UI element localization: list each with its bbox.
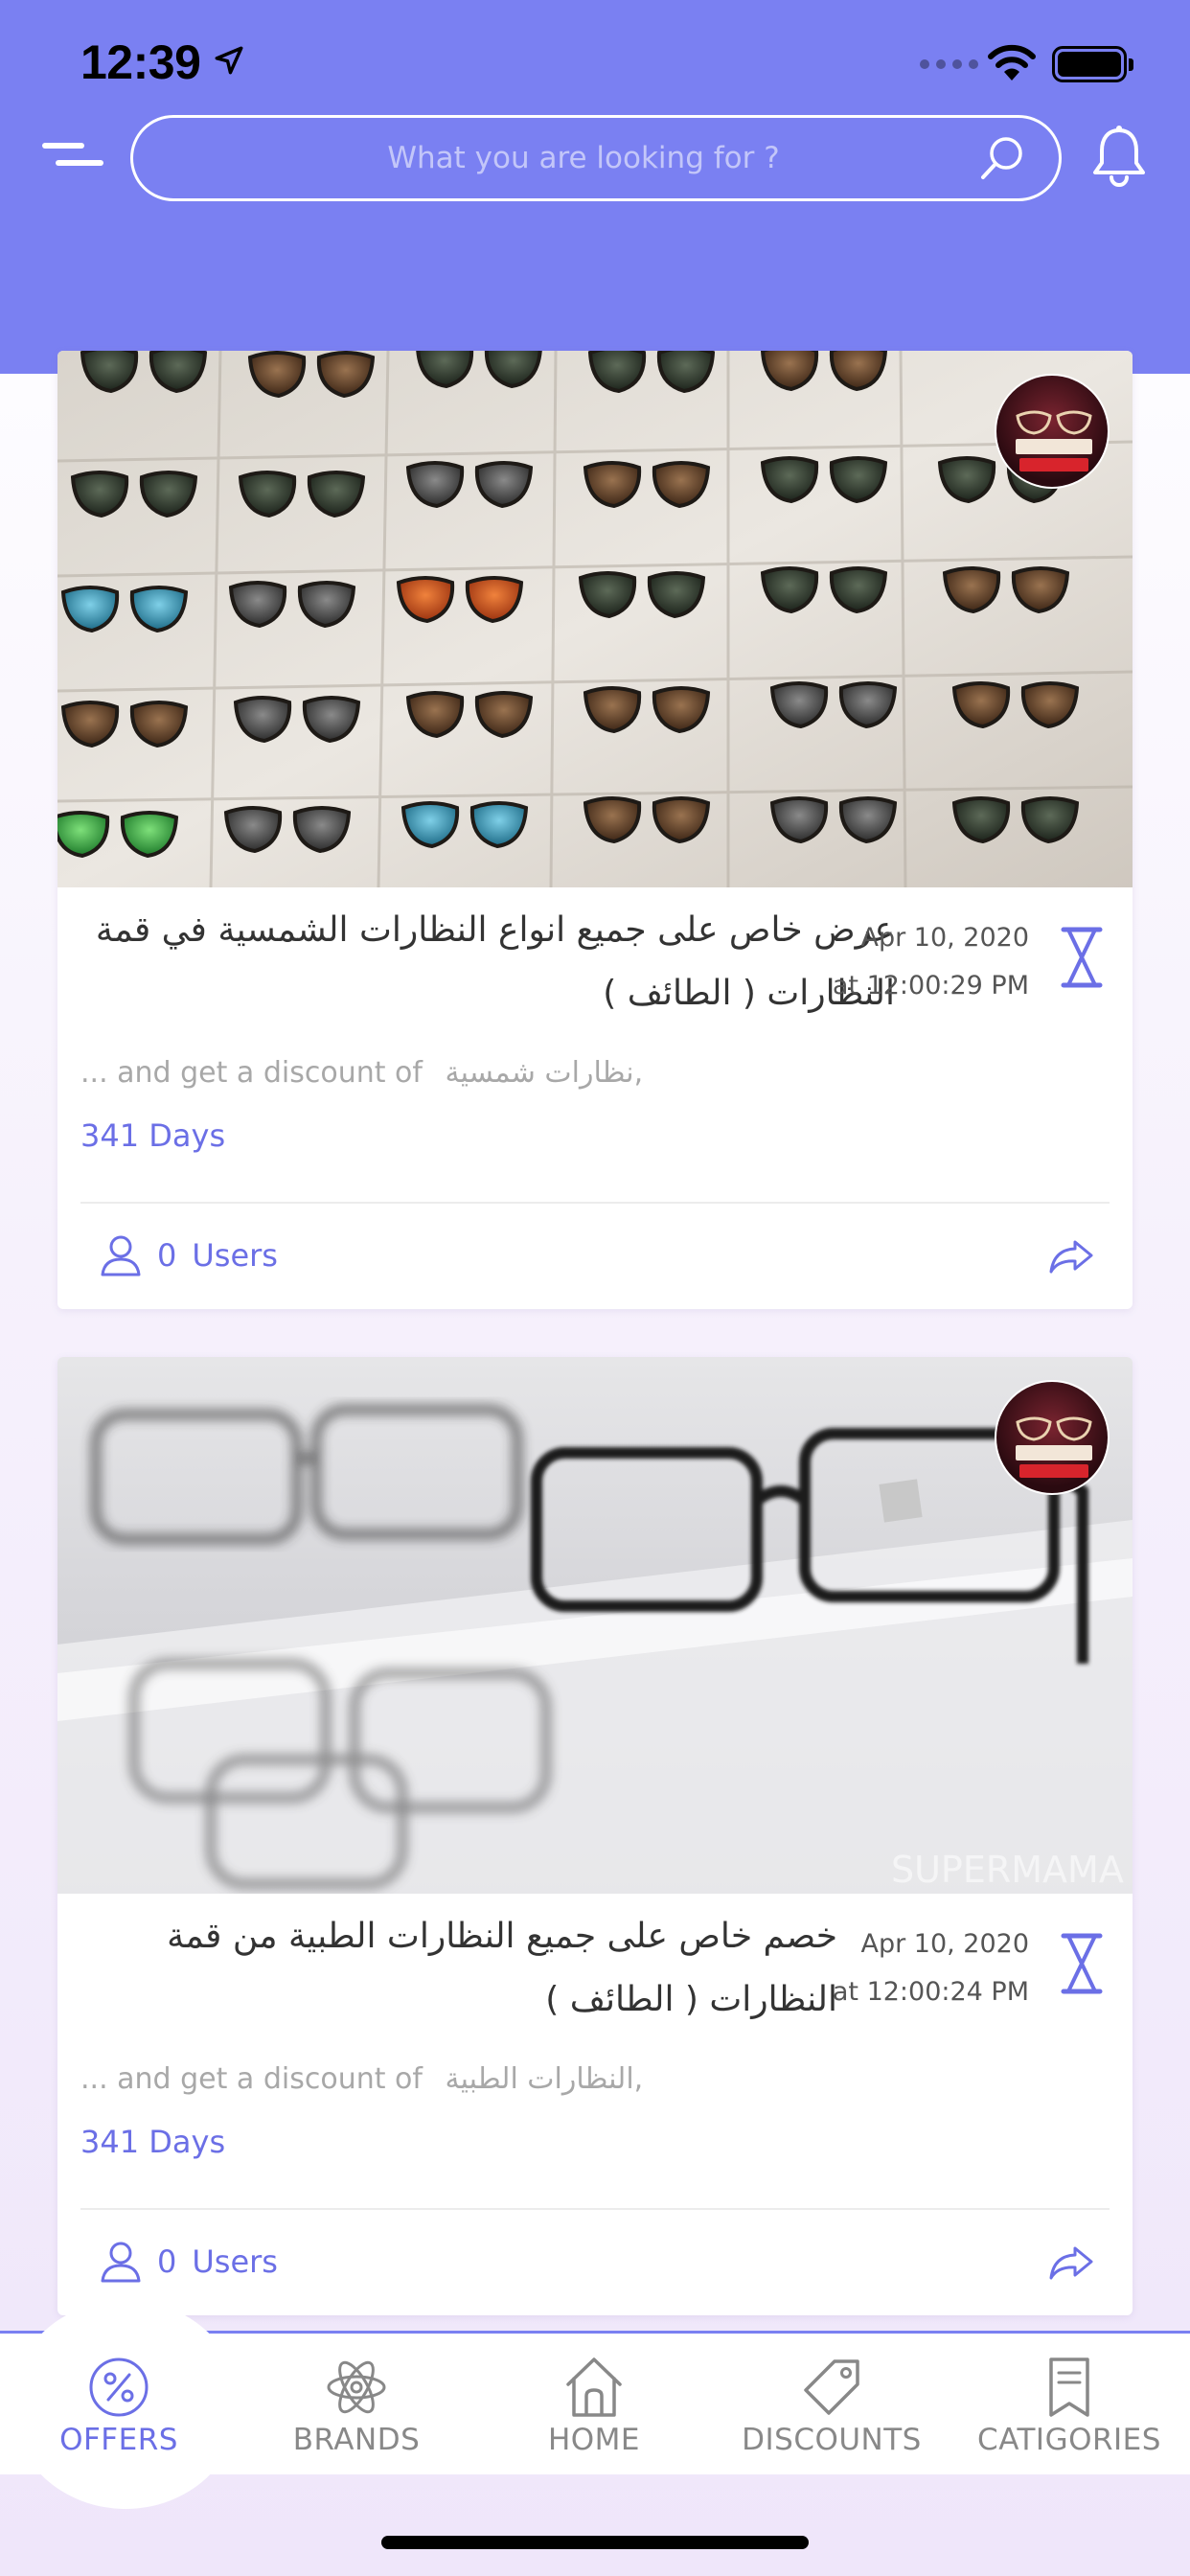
users-count: 0 <box>157 1237 177 1274</box>
sunglasses-display-photo <box>57 351 1133 887</box>
tab-offers-label: OFFERS <box>59 2423 178 2457</box>
menu-icon[interactable] <box>42 139 103 177</box>
top-optical-logo <box>1016 410 1092 472</box>
offer-category: نظارات شمسية, <box>445 1056 644 1090</box>
eyeglasses-display-photo: SUPERMAMA <box>57 1357 1133 1894</box>
status-bar: 12:39 <box>0 0 1190 125</box>
users-label: Users <box>192 2243 278 2280</box>
brand-logo[interactable] <box>995 1380 1110 1495</box>
location-arrow-icon <box>215 46 243 75</box>
tab-offers[interactable]: OFFERS <box>0 2356 238 2471</box>
offer-date-time: at 12:00:29 PM <box>832 971 1029 1000</box>
offer-date-day: Apr 10, 2020 <box>860 923 1029 953</box>
offer-description: ... and get a discount of النظارات الطبي… <box>80 2062 1110 2096</box>
offer-title: خصم خاص على جميع النظارات الطبية من قمة … <box>167 1917 837 2019</box>
hourglass-icon <box>1061 1933 1103 1994</box>
share-icon[interactable] <box>1048 1238 1094 1275</box>
users-button[interactable]: 0 Users <box>100 2223 278 2300</box>
offer-date-time: at 12:00:24 PM <box>832 1977 1029 2007</box>
tab-brands-label: BRANDS <box>292 2423 421 2457</box>
search-input[interactable] <box>133 141 976 175</box>
card-divider <box>80 1202 1110 1204</box>
offer-card[interactable]: عرض خاص على جميع انواع النظارات الشمسية … <box>57 351 1133 1309</box>
card-divider <box>80 2208 1110 2210</box>
user-icon <box>101 1235 141 1276</box>
offer-category: النظارات الطبية, <box>445 2062 644 2096</box>
tab-categories[interactable]: CATIGORIES <box>950 2356 1188 2471</box>
percent-icon <box>89 2358 149 2417</box>
users-count: 0 <box>157 2243 177 2280</box>
offer-remaining-days: 341 Days <box>80 2124 226 2160</box>
offer-description-text: ... and get a discount of <box>80 2062 423 2096</box>
tab-home-label: HOME <box>547 2423 641 2457</box>
tab-home[interactable]: HOME <box>475 2356 713 2471</box>
share-icon[interactable] <box>1048 2244 1094 2281</box>
battery-icon <box>1052 46 1133 82</box>
cellular-signal-icon <box>920 59 978 69</box>
users-label: Users <box>192 1237 278 1274</box>
tab-discounts[interactable]: DISCOUNTS <box>713 2356 950 2471</box>
watermark: SUPERMAMA <box>891 1849 1124 1891</box>
user-icon <box>101 2242 141 2283</box>
tab-discounts-label: DISCOUNTS <box>742 2423 922 2457</box>
tag-icon <box>804 2359 859 2415</box>
offer-description-text: ... and get a discount of <box>80 1056 423 1090</box>
hourglass-icon <box>1061 927 1103 988</box>
offer-date: Apr 10, 2020 at 12:00:29 PM <box>833 914 1029 1010</box>
offer-date-day: Apr 10, 2020 <box>860 1929 1029 1959</box>
offer-image[interactable] <box>57 351 1133 887</box>
offer-remaining-days: 341 Days <box>80 1117 226 1154</box>
tab-categories-label: CATIGORIES <box>977 2423 1161 2457</box>
home-indicator <box>381 2536 809 2549</box>
offer-image[interactable]: SUPERMAMA <box>57 1357 1133 1894</box>
home-icon <box>566 2358 622 2417</box>
offer-title: عرض خاص على جميع انواع النظارات الشمسية … <box>95 910 895 1013</box>
offer-card[interactable]: SUPERMAMA خصم خاص على جميع النظارات الطب… <box>57 1357 1133 2315</box>
bookmark-icon <box>1049 2358 1089 2417</box>
bell-icon[interactable] <box>1090 125 1148 188</box>
wifi-icon <box>988 44 1036 80</box>
tab-brands[interactable]: BRANDS <box>238 2356 475 2471</box>
search-icon[interactable] <box>976 132 1028 184</box>
offer-date: Apr 10, 2020 at 12:00:24 PM <box>833 1920 1029 2016</box>
offer-description: ... and get a discount of نظارات شمسية, <box>80 1056 1110 1090</box>
brand-logo[interactable] <box>995 374 1110 489</box>
users-button[interactable]: 0 Users <box>100 1217 278 1294</box>
top-optical-logo <box>1016 1416 1092 1478</box>
status-time: 12:39 <box>80 35 201 89</box>
atom-icon <box>327 2360 386 2414</box>
search-bar[interactable] <box>130 115 1062 201</box>
